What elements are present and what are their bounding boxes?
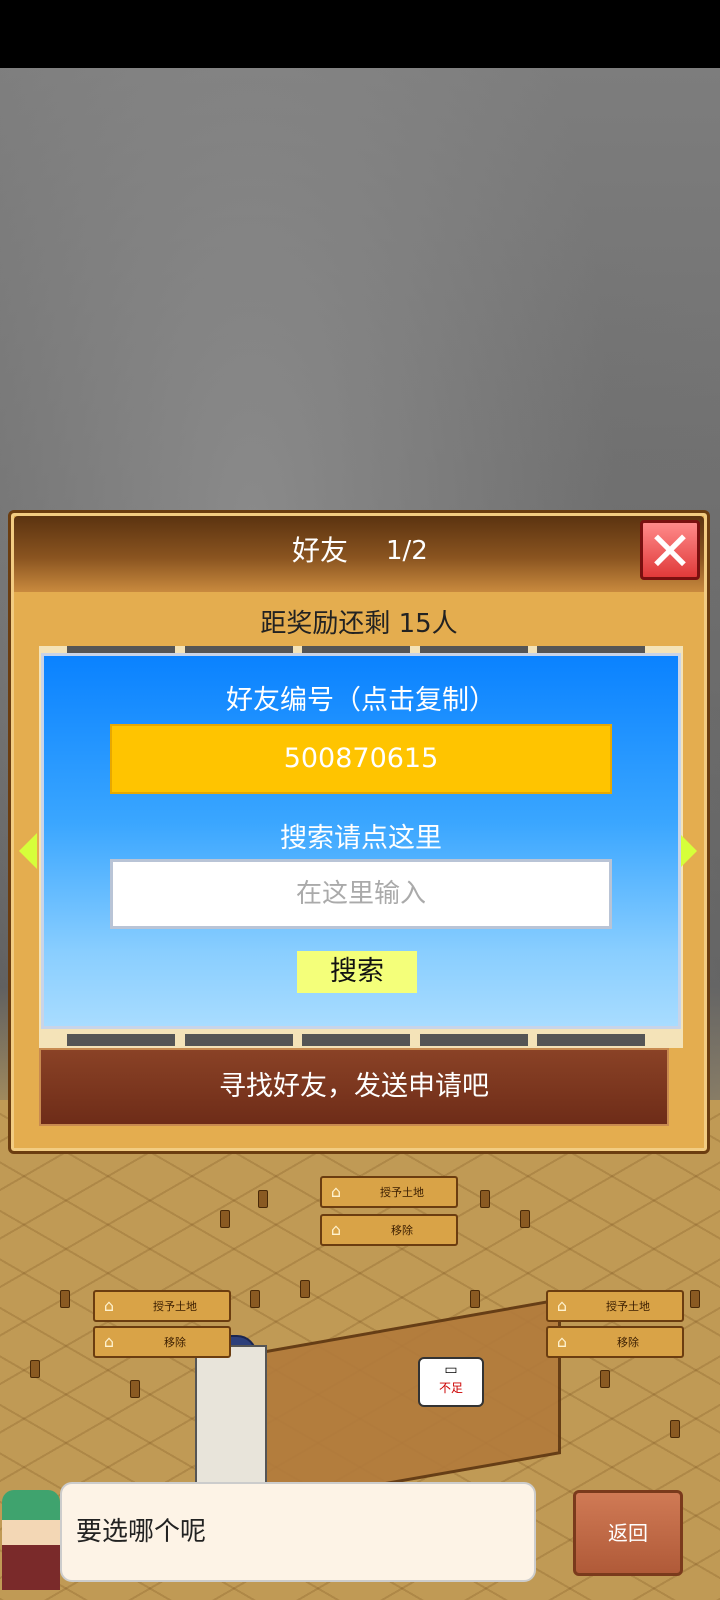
remove-sign-2[interactable]: ⌂ 移除	[93, 1326, 231, 1358]
message-box: 要选哪个呢	[60, 1482, 536, 1582]
friend-id-panel: 好友编号（点击复制） 500870615 搜索请点这里 在这里输入 搜索	[41, 653, 681, 1029]
remove-label: 移除	[391, 1224, 413, 1237]
fence-post	[690, 1290, 700, 1308]
grant-land-sign-1[interactable]: ⌂ 授予土地	[320, 1176, 458, 1208]
fence-post	[130, 1380, 140, 1398]
fence-post	[520, 1210, 530, 1228]
plank-icon: ▭	[444, 1362, 458, 1378]
grant-land-label: 授予土地	[606, 1300, 650, 1313]
fence-post	[258, 1190, 268, 1208]
house-icon: ⌂	[330, 1182, 342, 1201]
dialog-header: 好友 1/2 ✕	[14, 516, 704, 592]
avatar	[2, 1490, 60, 1590]
find-friends-banner[interactable]: 寻找好友，发送申请吧	[39, 1048, 669, 1126]
remove-sign-3[interactable]: ⌂ 移除	[546, 1326, 684, 1358]
fence-post	[670, 1420, 680, 1438]
message-text: 要选哪个呢	[76, 1517, 207, 1547]
friend-id-copy-button[interactable]: 500870615	[110, 724, 612, 794]
remove-label: 移除	[164, 1336, 186, 1349]
friend-id-label: 好友编号（点击复制）	[226, 685, 496, 716]
title-text: 好友	[292, 534, 349, 567]
back-button[interactable]: 返回	[573, 1490, 683, 1576]
page-indicator: 1/2	[386, 536, 428, 566]
fence-post	[600, 1370, 610, 1388]
arrow-left-icon[interactable]	[19, 833, 37, 869]
search-label: 搜索请点这里	[280, 823, 442, 854]
remove-label: 移除	[617, 1336, 639, 1349]
dialog-title: 好友 1/2	[284, 530, 484, 572]
fence-post	[300, 1280, 310, 1298]
house-icon: ⌂	[556, 1332, 568, 1351]
house-icon: ⌂	[556, 1296, 568, 1315]
close-icon[interactable]: ✕	[640, 520, 700, 581]
bubble-label: 不足	[438, 1381, 463, 1395]
grant-land-label: 授予土地	[380, 1186, 424, 1199]
lock-bubble[interactable]: ▭ 不足	[418, 1357, 484, 1407]
search-input[interactable]: 在这里输入	[110, 859, 612, 929]
house-icon: ⌂	[330, 1220, 342, 1239]
friends-dialog: 好友 1/2 ✕ 距奖励还剩 15人 好友编号（点击复制） 500870615 …	[8, 510, 710, 1154]
house-icon: ⌂	[103, 1332, 115, 1351]
search-button[interactable]: 搜索	[297, 951, 417, 993]
fence-post	[470, 1290, 480, 1308]
arrow-right-icon[interactable]	[679, 833, 697, 869]
remove-sign-1[interactable]: ⌂ 移除	[320, 1214, 458, 1246]
clock-tower[interactable]	[195, 1345, 267, 1499]
status-bar	[0, 0, 720, 68]
fence-post	[220, 1210, 230, 1228]
house-icon: ⌂	[103, 1296, 115, 1315]
fence-post	[60, 1290, 70, 1308]
grant-land-sign-2[interactable]: ⌂ 授予土地	[93, 1290, 231, 1322]
fence-post	[250, 1290, 260, 1308]
fence-post	[480, 1190, 490, 1208]
slot-row-bottom	[67, 1034, 645, 1046]
reward-remaining-text: 距奖励还剩 15人	[260, 609, 458, 639]
fence-post	[30, 1360, 40, 1378]
grant-land-sign-3[interactable]: ⌂ 授予土地	[546, 1290, 684, 1322]
grant-land-label: 授予土地	[153, 1300, 197, 1313]
